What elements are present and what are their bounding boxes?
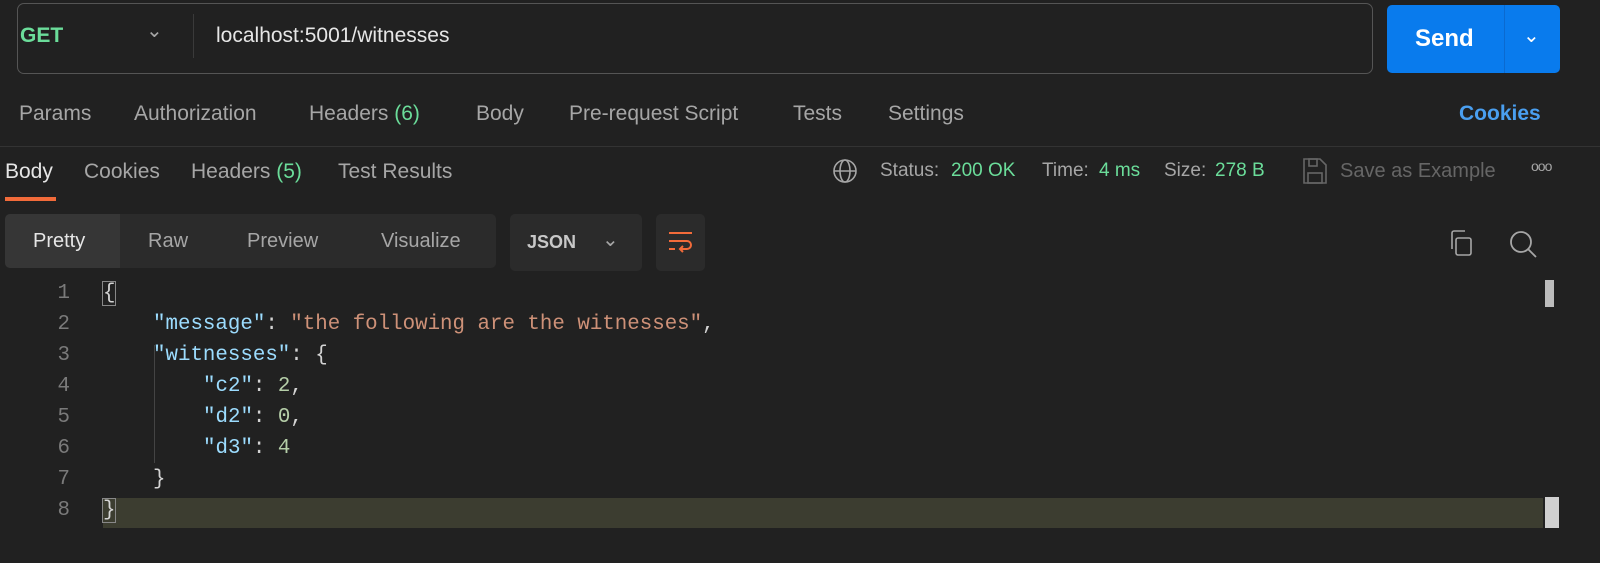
- json-number: 4: [277, 437, 291, 460]
- tab-tests[interactable]: Tests: [793, 102, 842, 126]
- format-select[interactable]: JSON ⌄: [510, 214, 642, 271]
- tab-prerequest-script[interactable]: Pre-request Script: [569, 102, 738, 126]
- tab-params[interactable]: Params: [19, 102, 91, 126]
- code-line: "c2": 2,: [203, 375, 303, 398]
- time-label: Time:: [1042, 160, 1089, 181]
- mode-preview[interactable]: Preview: [247, 230, 318, 253]
- chevron-down-icon[interactable]: ⌄: [1523, 23, 1540, 48]
- line-number: 6: [57, 437, 70, 460]
- divider: [1504, 5, 1505, 73]
- chevron-down-icon[interactable]: ⌄: [146, 18, 163, 43]
- code-line: "message": "the following are the witnes…: [153, 313, 715, 336]
- json-key: "witnesses": [153, 344, 291, 367]
- status-value: 200 OK: [951, 160, 1016, 181]
- line-number: 4: [57, 375, 70, 398]
- chevron-down-icon: ⌄: [602, 229, 619, 251]
- search-icon[interactable]: [1508, 229, 1538, 264]
- tab-authorization[interactable]: Authorization: [134, 102, 257, 126]
- line-number: 7: [57, 468, 70, 491]
- divider: [193, 14, 194, 58]
- mode-raw[interactable]: Raw: [148, 230, 188, 253]
- size-value: 278 B: [1215, 160, 1265, 181]
- tab-headers-label: Headers: [191, 160, 271, 183]
- tab-response-body[interactable]: Body: [5, 160, 53, 184]
- code-brace: }: [101, 498, 117, 523]
- current-line-highlight: [103, 498, 1543, 528]
- wrap-icon: [669, 232, 692, 253]
- mode-visualize[interactable]: Visualize: [381, 230, 461, 253]
- tab-settings[interactable]: Settings: [888, 102, 964, 126]
- save-icon: [1302, 157, 1328, 191]
- more-icon[interactable]: ooo: [1531, 158, 1552, 174]
- json-number: 0: [277, 406, 291, 429]
- json-string: "the following are the witnesses": [290, 313, 703, 336]
- code-line: "d3": 4: [203, 437, 291, 460]
- mode-pretty[interactable]: Pretty: [33, 230, 85, 253]
- line-number: 2: [57, 313, 70, 336]
- code-brace: {: [315, 344, 328, 367]
- tab-headers[interactable]: Headers (6): [309, 102, 420, 126]
- url-input[interactable]: localhost:5001/witnesses: [216, 24, 449, 48]
- line-number: 5: [57, 406, 70, 429]
- code-brace: }: [153, 468, 166, 491]
- send-button[interactable]: Send ⌄: [1387, 5, 1560, 73]
- headers-count: (6): [394, 102, 420, 125]
- code-line: "witnesses": {: [153, 344, 328, 367]
- method-select[interactable]: GET: [20, 24, 63, 48]
- code-brace: {: [101, 281, 117, 306]
- scrollbar-marker: [1545, 497, 1559, 528]
- json-key: "d2": [203, 406, 253, 429]
- json-key: "message": [153, 313, 266, 336]
- headers-count: (5): [276, 160, 302, 183]
- copy-icon[interactable]: [1447, 229, 1475, 262]
- globe-icon[interactable]: [832, 158, 858, 190]
- send-label: Send: [1415, 25, 1474, 52]
- cookies-link[interactable]: Cookies: [1459, 102, 1541, 126]
- tab-test-results[interactable]: Test Results: [338, 160, 452, 184]
- wrap-lines-button[interactable]: [656, 214, 705, 271]
- view-mode-selector: Pretty Raw Preview Visualize: [5, 214, 496, 268]
- status-label: Status:: [880, 160, 940, 181]
- line-number: 8: [57, 499, 70, 522]
- tab-headers-label: Headers: [309, 102, 389, 125]
- format-label: JSON: [527, 232, 577, 252]
- tab-response-headers[interactable]: Headers (5): [191, 160, 302, 184]
- json-key: "d3": [203, 437, 253, 460]
- tab-response-cookies[interactable]: Cookies: [84, 160, 160, 184]
- json-number: 2: [277, 375, 291, 398]
- save-as-example-button[interactable]: Save as Example: [1340, 160, 1496, 183]
- time-value: 4 ms: [1099, 160, 1141, 181]
- line-number: 1: [57, 282, 70, 305]
- tab-body[interactable]: Body: [476, 102, 524, 126]
- json-key: "c2": [203, 375, 253, 398]
- active-tab-indicator: [5, 197, 56, 201]
- code-line: "d2": 0,: [203, 406, 303, 429]
- line-number: 3: [57, 344, 70, 367]
- size-label: Size:: [1164, 160, 1207, 181]
- divider: [0, 146, 1600, 147]
- scrollbar-thumb[interactable]: [1545, 280, 1554, 307]
